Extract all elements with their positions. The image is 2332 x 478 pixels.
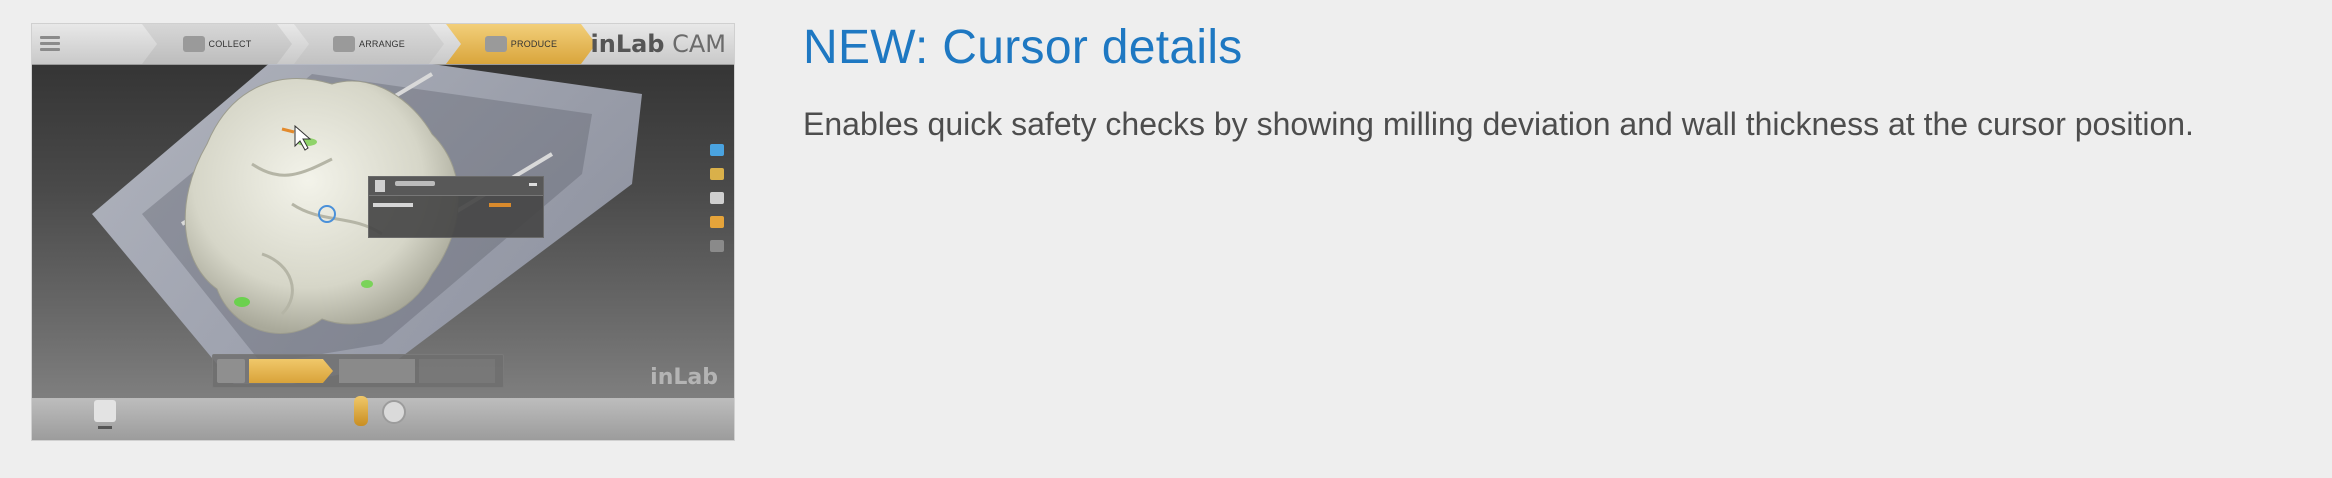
brand-bold: inLab — [590, 30, 665, 58]
popup-row-label — [373, 203, 413, 207]
popup-pin-icon[interactable] — [529, 183, 537, 186]
inlab-cam-screenshot: COLLECT ARRANGE PRODUCE inLab CAM inLab — [32, 24, 734, 440]
tool-view-icon[interactable] — [710, 144, 724, 156]
popup-row-value — [489, 203, 511, 207]
step-collect[interactable]: COLLECT — [142, 24, 292, 64]
popup-header — [369, 177, 543, 196]
cam-top-toolbar: COLLECT ARRANGE PRODUCE inLab CAM — [32, 24, 734, 65]
produce-icon — [484, 36, 507, 52]
active-substep-button[interactable] — [249, 359, 333, 383]
pencil-tool-icon[interactable] — [354, 396, 368, 426]
cam-footer-bar — [32, 396, 734, 440]
right-toolbar — [710, 144, 728, 264]
collect-icon — [182, 36, 205, 52]
previous-step-button[interactable] — [217, 359, 245, 383]
feature-title: NEW: Cursor details — [803, 21, 1243, 74]
app-brand: inLab CAM — [591, 30, 727, 58]
next-substep-button[interactable] — [419, 359, 495, 383]
settings-tool-icon[interactable] — [382, 400, 406, 424]
step-navigation-bar — [212, 354, 504, 388]
arrange-icon — [333, 36, 356, 52]
inlab-watermark: inLab — [650, 365, 718, 390]
hamburger-menu-icon[interactable] — [40, 33, 60, 55]
step-produce[interactable]: PRODUCE — [446, 24, 596, 64]
step-produce-label: PRODUCE — [510, 39, 558, 49]
popup-title-placeholder — [395, 181, 435, 186]
tool-hide-icon[interactable] — [710, 240, 724, 252]
step-collect-label: COLLECT — [208, 39, 252, 49]
popup-icon — [375, 180, 385, 192]
step-arrange-label: ARRANGE — [359, 39, 405, 49]
tool-measure-icon[interactable] — [710, 168, 724, 180]
substep-button[interactable] — [339, 359, 415, 383]
archive-icon[interactable] — [94, 400, 116, 422]
archive-label — [98, 426, 112, 429]
cursor-details-popup — [368, 176, 544, 238]
tool-section-icon[interactable] — [710, 192, 724, 204]
tool-cursor-details-icon[interactable] — [710, 216, 724, 228]
brand-regular: CAM — [664, 30, 726, 58]
feature-description: Enables quick safety checks by showing m… — [803, 106, 2194, 142]
step-arrange[interactable]: ARRANGE — [294, 24, 444, 64]
